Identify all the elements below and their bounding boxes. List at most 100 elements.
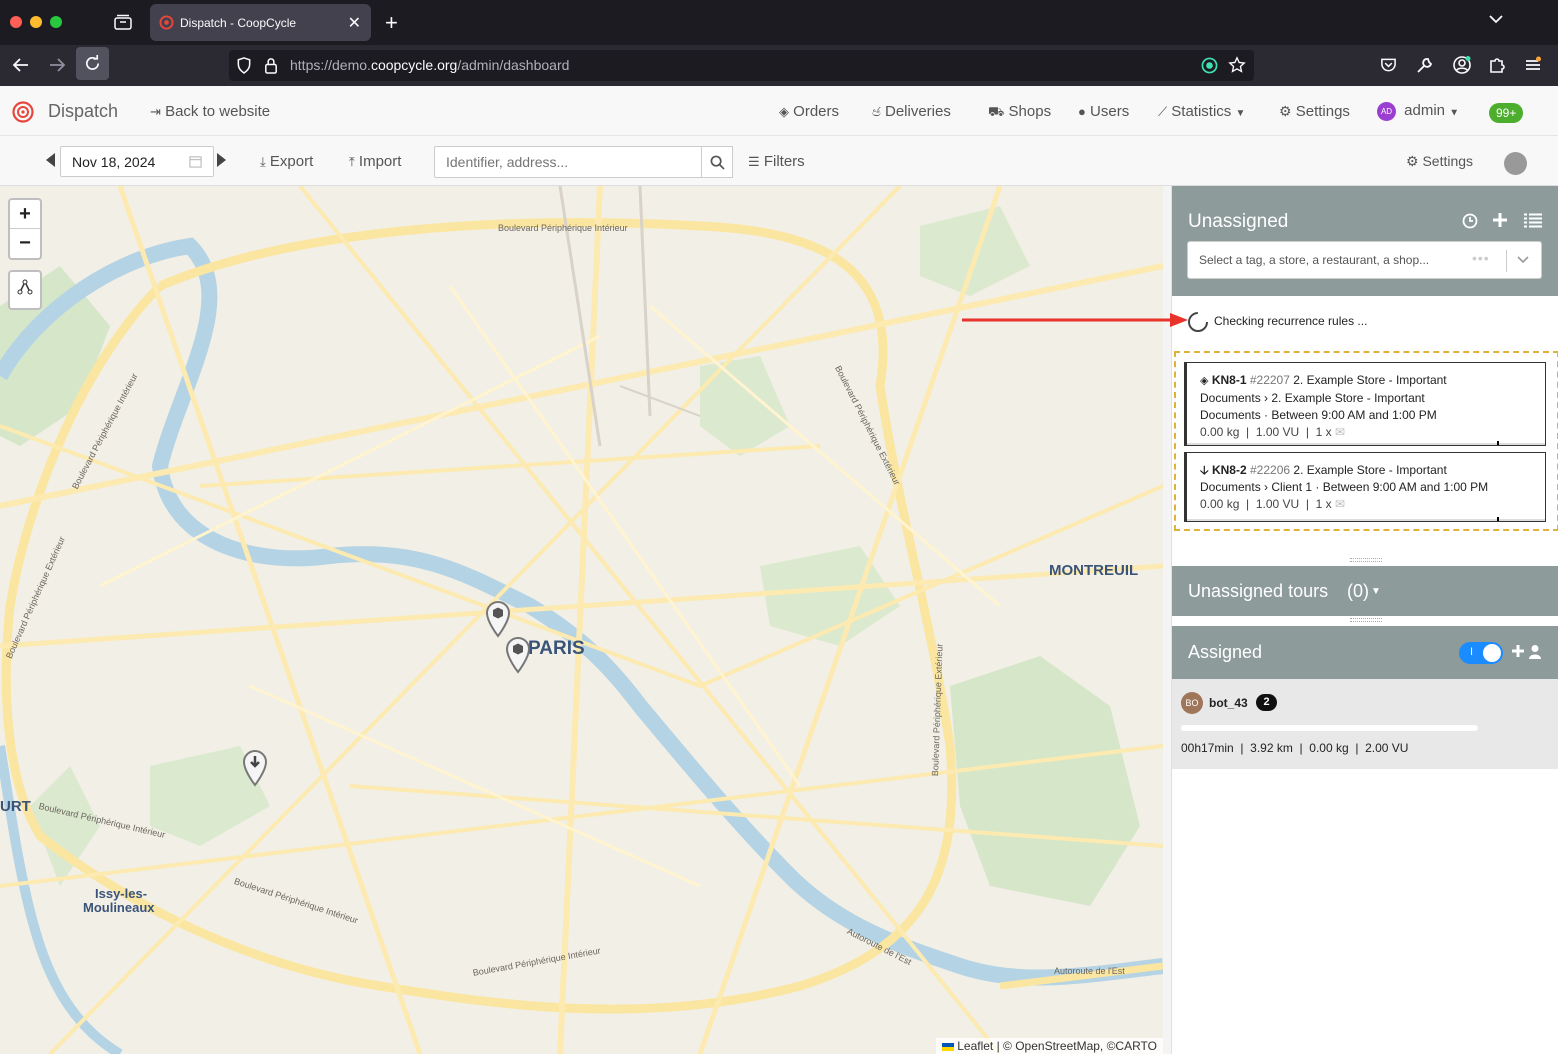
user-menu[interactable]: AD admin ▼ <box>1377 102 1459 121</box>
list-view-icon[interactable] <box>1524 213 1542 228</box>
zoom-control: + − <box>8 198 42 260</box>
lock-icon[interactable] <box>264 57 278 74</box>
search-button[interactable] <box>701 146 733 178</box>
task-card[interactable]: ◈ KN8-1 #22207 2. Example Store - Import… <box>1184 362 1546 446</box>
task-progress-track <box>1187 443 1545 445</box>
map-label-urt: URT <box>0 798 31 815</box>
clock-icon[interactable] <box>1462 213 1478 229</box>
export-button[interactable]: ⤓ Export <box>260 153 313 170</box>
map-label-autoroute-2: Autoroute de l'Est <box>1054 966 1125 976</box>
assigned-panel-header: Assigned I <box>1172 626 1558 679</box>
app-navbar: Dispatch ⇥ Back to website ◈ Orders ඡ De… <box>0 86 1558 136</box>
spinner-icon <box>1187 311 1209 333</box>
search-input[interactable] <box>434 146 702 178</box>
map-label-issy-2: Moulineaux <box>83 900 155 915</box>
wrench-icon[interactable] <box>1416 56 1434 74</box>
brand-title[interactable]: Dispatch <box>48 101 118 122</box>
tab-overview-icon[interactable] <box>114 14 132 30</box>
calendar-icon <box>189 155 202 168</box>
zoom-out-button[interactable]: − <box>10 229 40 258</box>
toggle-knob <box>1483 644 1501 662</box>
pickup-marker[interactable] <box>485 600 511 638</box>
import-button[interactable]: ⤒ Import <box>349 153 401 170</box>
cube-icon: ◈ <box>779 104 789 119</box>
reload-button[interactable] <box>76 47 109 80</box>
nav-statistics[interactable]: ⟋ Statistics ▼ <box>1158 103 1245 120</box>
close-window-button[interactable] <box>10 16 22 28</box>
account-icon[interactable] <box>1452 55 1472 75</box>
task-number: #22206 <box>1250 463 1291 477</box>
map-pin-package-icon <box>505 637 531 674</box>
task-time-window: Documents · Between 9:00 AM and 1:00 PM <box>1200 408 1437 422</box>
back-arrow-icon[interactable] <box>12 56 30 74</box>
courier-row[interactable]: BO bot_43 2 00h17min | 3.92 km | 0.00 kg… <box>1172 679 1558 769</box>
unassigned-tours-header[interactable]: Unassigned tours (0) ▼ <box>1172 566 1558 616</box>
nav-deliveries[interactable]: ඡ Deliveries <box>872 103 951 120</box>
tag-store-select[interactable]: Select a tag, a store, a restaurant, a s… <box>1187 241 1542 279</box>
panel-resize-grip[interactable] <box>1350 558 1382 562</box>
tag-select-placeholder: Select a tag, a store, a restaurant, a s… <box>1199 253 1430 267</box>
recurrence-status-text: Checking recurrence rules ... <box>1214 314 1368 328</box>
add-courier-icon[interactable] <box>1511 644 1543 660</box>
sign-out-icon: ⇥ <box>150 104 161 119</box>
zoom-in-button[interactable]: + <box>10 200 40 229</box>
line-chart-icon: ⟋ <box>1158 104 1168 119</box>
previous-day-arrow-icon[interactable] <box>46 153 55 167</box>
unassigned-panel-header: Unassigned Select a tag, a store, a rest… <box>1172 186 1558 296</box>
add-task-icon[interactable] <box>1492 212 1508 228</box>
map-label-issy-1: Issy-les- <box>95 886 148 901</box>
date-picker[interactable]: Nov 18, 2024 <box>60 146 214 177</box>
task-address: Documents › Client 1 · Between 9:00 AM a… <box>1200 480 1489 494</box>
unassigned-title: Unassigned <box>1188 211 1289 232</box>
task-meta: 0.00 kg | 1.00 VU | 1 x ✉ <box>1200 497 1346 511</box>
nav-orders[interactable]: ◈ Orders <box>779 103 839 120</box>
forward-arrow-icon[interactable] <box>48 56 66 74</box>
browser-tab[interactable]: Dispatch - CoopCycle ✕ <box>150 4 371 41</box>
annotation-arrow <box>962 313 1188 327</box>
bookmark-star-icon[interactable] <box>1228 56 1246 74</box>
task-code: KN8-1 <box>1211 373 1247 387</box>
extensions-puzzle-icon[interactable] <box>1488 56 1506 74</box>
extension-record-icon[interactable] <box>1201 57 1218 74</box>
assigned-toggle[interactable]: I <box>1459 642 1503 664</box>
next-day-arrow-icon[interactable] <box>217 153 226 167</box>
task-address: Documents › 2. Example Store - Important <box>1200 391 1425 405</box>
back-to-website-link[interactable]: ⇥ Back to website <box>150 103 270 120</box>
coopcycle-favicon-icon <box>159 15 174 30</box>
dropoff-marker[interactable] <box>242 749 268 787</box>
task-meta: 0.00 kg | 1.00 VU | 1 x ✉ <box>1200 425 1346 439</box>
task-code: KN8-2 <box>1211 463 1247 477</box>
draw-tool-button[interactable] <box>8 270 42 310</box>
notification-badge[interactable]: 99+ <box>1489 103 1524 123</box>
tab-list-chevron-icon[interactable] <box>1489 14 1503 24</box>
nav-shops[interactable]: ⛟ Shops <box>988 103 1051 122</box>
caret-down-icon: ▼ <box>1449 107 1460 119</box>
avatar: AD <box>1377 102 1396 121</box>
tab-title: Dispatch - CoopCycle <box>180 16 297 30</box>
shield-icon[interactable] <box>236 57 252 74</box>
filters-button[interactable]: ☰ Filters <box>748 153 805 170</box>
date-value: Nov 18, 2024 <box>72 154 156 170</box>
dispatch-sidebar: Unassigned Select a tag, a store, a rest… <box>1171 186 1558 1054</box>
task-title: 2. Example Store - Important <box>1293 463 1447 477</box>
new-tab-button[interactable]: + <box>385 10 398 36</box>
sliders-icon: ☰ <box>748 154 760 169</box>
address-bar[interactable]: https://demo.coopcycle.org/admin/dashboa… <box>229 50 1254 81</box>
download-icon: ⤓ <box>260 154 266 169</box>
minimize-window-button[interactable] <box>30 16 42 28</box>
courier-stats: 00h17min | 3.92 km | 0.00 kg | 2.00 VU <box>1181 741 1409 755</box>
pocket-icon[interactable] <box>1380 57 1397 73</box>
select-divider <box>1506 250 1507 272</box>
pickup-marker[interactable] <box>505 636 531 674</box>
hamburger-menu-icon[interactable] <box>1524 56 1542 74</box>
maximize-window-button[interactable] <box>50 16 62 28</box>
envelope-icon: ✉ <box>1334 425 1346 439</box>
nav-users[interactable]: ● Users <box>1078 103 1129 120</box>
coopcycle-logo-icon[interactable] <box>12 101 34 123</box>
task-marker <box>1497 517 1499 521</box>
close-tab-icon[interactable]: ✕ <box>348 13 361 33</box>
nav-settings[interactable]: ⚙ Settings <box>1279 103 1350 120</box>
task-card[interactable]: 🡣 KN8-2 #22206 2. Example Store - Import… <box>1184 452 1546 522</box>
dispatch-settings-button[interactable]: ⚙ Settings <box>1406 153 1473 170</box>
panel-resize-grip[interactable] <box>1350 618 1382 622</box>
